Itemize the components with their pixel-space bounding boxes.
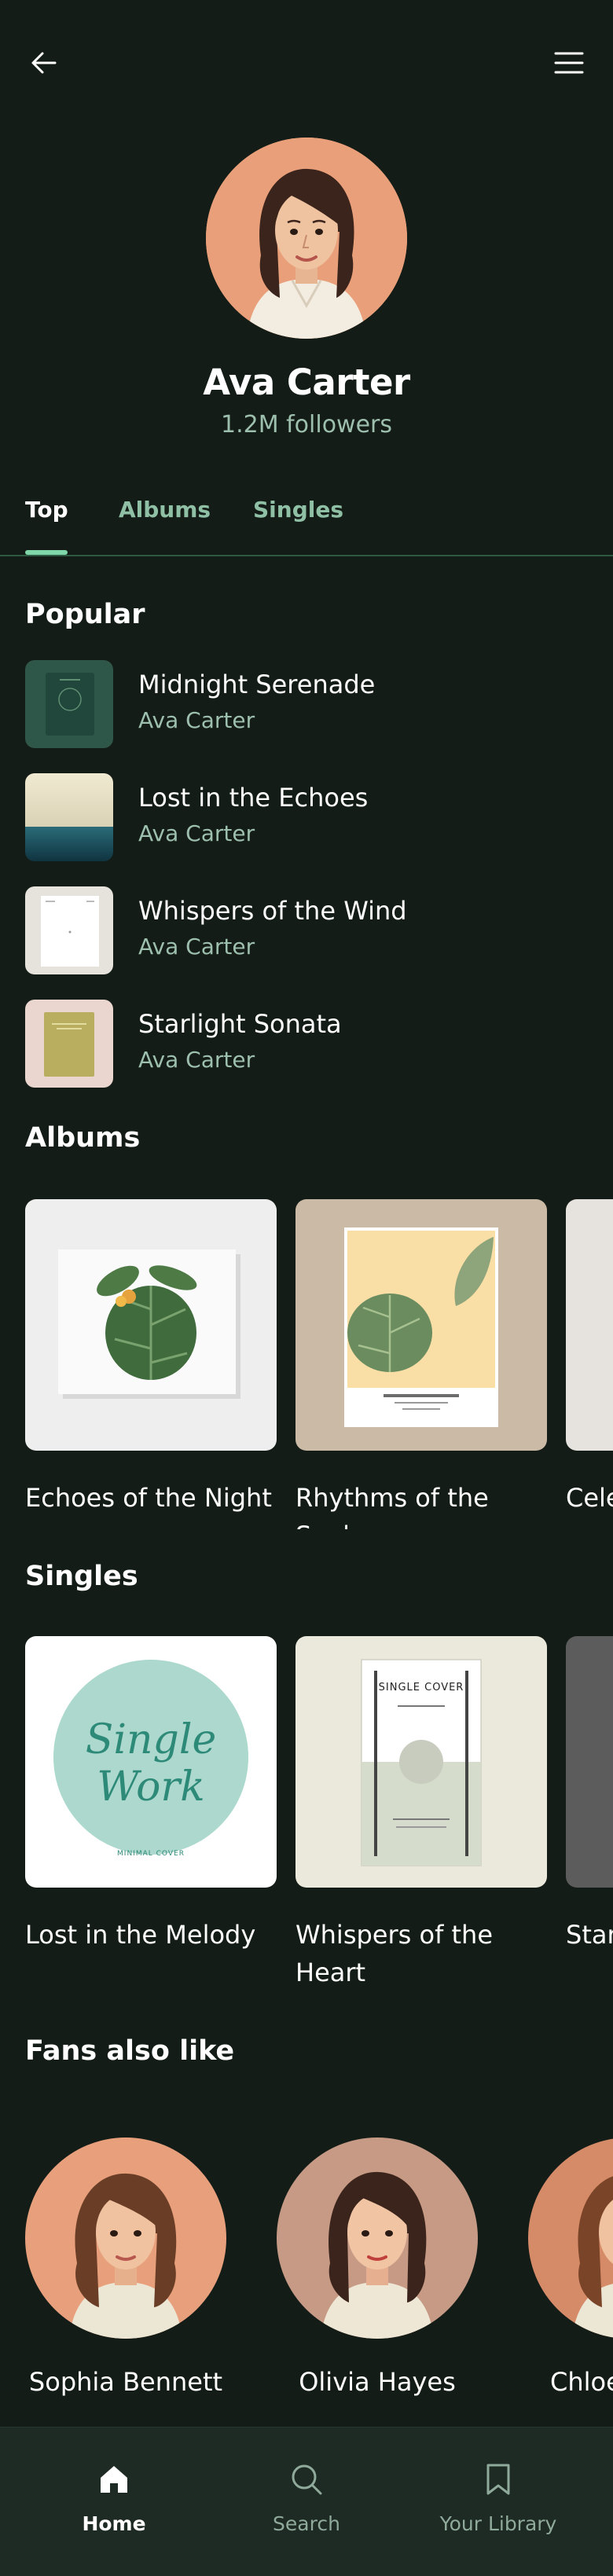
menu-button[interactable] bbox=[550, 44, 588, 82]
singles-carousel[interactable]: Single Work MINIMAL COVER Lost in the Me… bbox=[25, 1636, 613, 1998]
section-title-albums: Albums bbox=[25, 1122, 141, 1154]
nav-search[interactable]: Search bbox=[228, 2459, 385, 2535]
tab-albums[interactable]: Albums bbox=[119, 497, 211, 523]
related-artist-avatar bbox=[25, 2137, 226, 2339]
album-title: Echoes of the Night bbox=[25, 1483, 272, 1513]
track-cover bbox=[25, 1000, 113, 1088]
related-artist-name: Sophia Bennett bbox=[28, 2367, 223, 2397]
track-row[interactable]: Lost in the Echoes Ava Carter bbox=[25, 773, 588, 861]
album-card[interactable]: Cele bbox=[566, 1199, 613, 1517]
section-title-singles: Singles bbox=[25, 1561, 138, 1592]
single-cover-subtext: MINIMAL COVER bbox=[117, 1850, 185, 1858]
related-artist-name: Chloe bbox=[550, 2367, 613, 2397]
album-cover bbox=[25, 1199, 277, 1451]
tab-bar: Top Albums Singles bbox=[25, 479, 613, 555]
portrait-illustration bbox=[206, 138, 407, 339]
track-artist: Ava Carter bbox=[138, 707, 255, 733]
track-title: Lost in the Echoes bbox=[138, 783, 369, 813]
album-cover bbox=[295, 1199, 547, 1451]
tab-singles[interactable]: Singles bbox=[253, 497, 343, 523]
track-row[interactable]: Starlight Sonata Ava Carter bbox=[25, 1000, 588, 1088]
track-row[interactable]: Whispers of the Wind Ava Carter bbox=[25, 886, 588, 974]
single-cover-text: SINGLE COVER bbox=[378, 1682, 464, 1693]
single-card[interactable]: Single Work MINIMAL COVER Lost in the Me… bbox=[25, 1636, 277, 1954]
arrow-left-icon bbox=[31, 52, 57, 74]
albums-carousel[interactable]: Echoes of the Night Rhythms of the Soul … bbox=[25, 1199, 613, 1529]
fans-also-like-carousel[interactable]: Sophia Bennett Olivia Hayes Chlo bbox=[25, 2137, 613, 2405]
single-cover: SINGLE COVER bbox=[295, 1636, 547, 1888]
track-cover bbox=[25, 773, 113, 861]
single-title: Star bbox=[566, 1920, 613, 1950]
track-row[interactable]: Midnight Serenade Ava Carter bbox=[25, 660, 588, 748]
related-artist[interactable]: Olivia Hayes bbox=[277, 2137, 478, 2397]
nav-home-label: Home bbox=[82, 2512, 146, 2535]
section-title-popular: Popular bbox=[25, 599, 145, 630]
single-card[interactable]: SINGLE COVER Whispers of the Heart bbox=[295, 1636, 547, 1991]
single-cover-text: Single Work bbox=[85, 1716, 217, 1811]
nav-home[interactable]: Home bbox=[35, 2459, 193, 2535]
album-cover bbox=[566, 1199, 613, 1451]
single-title: Lost in the Melody bbox=[25, 1920, 256, 1950]
track-cover bbox=[25, 886, 113, 974]
related-artist-avatar bbox=[528, 2137, 613, 2339]
track-artist: Ava Carter bbox=[138, 820, 255, 846]
section-title-fans-also-like: Fans also like bbox=[25, 2035, 235, 2067]
related-artist[interactable]: Sophia Bennett bbox=[25, 2137, 226, 2397]
single-cover: Single Work MINIMAL COVER bbox=[25, 1636, 277, 1888]
nav-your-library[interactable]: Your Library bbox=[420, 2459, 577, 2535]
single-card[interactable]: Star bbox=[566, 1636, 613, 1954]
related-artist[interactable]: Chloe bbox=[528, 2137, 613, 2397]
track-title: Starlight Sonata bbox=[138, 1009, 342, 1039]
album-title: Rhythms of the Soul bbox=[295, 1483, 489, 1529]
single-title: Whispers of the Heart bbox=[295, 1920, 494, 1987]
track-artist: Ava Carter bbox=[138, 934, 255, 960]
track-title: Whispers of the Wind bbox=[138, 896, 407, 926]
search-icon bbox=[292, 2464, 322, 2495]
track-artist: Ava Carter bbox=[138, 1047, 255, 1073]
album-title: Cele bbox=[566, 1483, 613, 1513]
nav-your-library-label: Your Library bbox=[439, 2512, 557, 2535]
album-card[interactable]: Echoes of the Night bbox=[25, 1199, 277, 1517]
home-icon bbox=[101, 2466, 127, 2493]
back-button[interactable] bbox=[25, 44, 63, 82]
nav-search-label: Search bbox=[273, 2512, 340, 2535]
hamburger-menu-icon bbox=[554, 52, 584, 74]
single-cover bbox=[566, 1636, 613, 1888]
tab-top[interactable]: Top bbox=[25, 497, 68, 523]
tabs-divider bbox=[0, 555, 613, 556]
track-title: Midnight Serenade bbox=[138, 670, 376, 699]
bookmark-icon bbox=[486, 2464, 510, 2495]
track-cover bbox=[25, 660, 113, 748]
artist-avatar bbox=[206, 138, 407, 339]
bottom-navigation: Home Search Your Library bbox=[0, 2427, 613, 2576]
related-artist-avatar bbox=[277, 2137, 478, 2339]
album-card[interactable]: Rhythms of the Soul bbox=[295, 1199, 547, 1529]
artist-name: Ava Carter bbox=[203, 361, 410, 403]
follower-count: 1.2M followers bbox=[220, 411, 393, 439]
top-bar bbox=[25, 41, 588, 85]
related-artist-name: Olivia Hayes bbox=[299, 2367, 456, 2397]
